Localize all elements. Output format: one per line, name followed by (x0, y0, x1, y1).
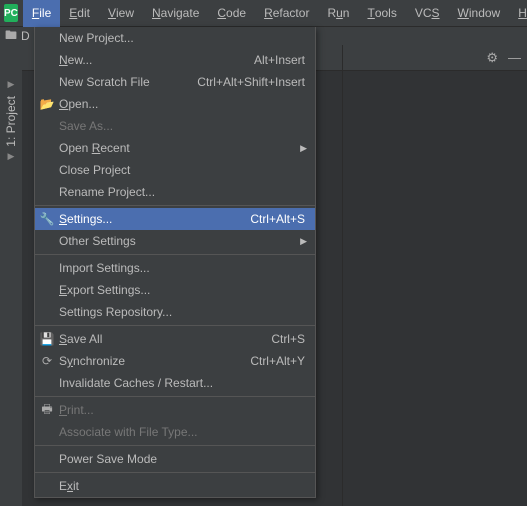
menu-item-print: 🖶 Print... (35, 399, 315, 421)
minimize-icon[interactable]: — (508, 50, 521, 65)
menu-item-label: Open Recent (59, 141, 305, 155)
project-tool-label[interactable]: 1: Project (4, 96, 18, 147)
menu-item-synchronize[interactable]: ⟳ Synchronize Ctrl+Alt+Y (35, 350, 315, 372)
open-icon: 📂 (39, 97, 55, 111)
print-icon: 🖶 (39, 400, 55, 421)
menu-item-label: Rename Project... (59, 185, 305, 199)
menu-item-rename-project[interactable]: Rename Project... (35, 181, 315, 203)
menu-item-export-settings[interactable]: Export Settings... (35, 279, 315, 301)
menu-item-label: Associate with File Type... (59, 425, 305, 439)
menu-vcs[interactable]: VCS (406, 0, 449, 27)
menu-item-import-settings[interactable]: Import Settings... (35, 257, 315, 279)
menu-item-label: New Project... (59, 31, 305, 45)
chevron-right-icon: ▶ (300, 236, 307, 247)
menu-separator (35, 254, 315, 255)
menu-item-label: Settings Repository... (59, 305, 305, 319)
menu-run[interactable]: Run (318, 0, 358, 27)
collapse-icon-2: ▶ (8, 151, 15, 162)
menu-separator (35, 445, 315, 446)
menu-item-label: Power Save Mode (59, 452, 305, 466)
menu-separator (35, 325, 315, 326)
menu-item-close-project[interactable]: Close Project (35, 159, 315, 181)
app-icon: PC (4, 4, 18, 22)
menu-separator (35, 205, 315, 206)
menu-navigate[interactable]: Navigate (143, 0, 208, 27)
menu-item-exit[interactable]: Exit (35, 475, 315, 497)
menu-item-new[interactable]: New... Alt+Insert (35, 49, 315, 71)
menu-file[interactable]: File (23, 0, 60, 27)
menu-item-open-recent[interactable]: Open Recent▶ (35, 137, 315, 159)
menu-edit[interactable]: Edit (60, 0, 99, 27)
settings-icon: 🔧 (39, 212, 55, 226)
menu-item-power-save-mode[interactable]: Power Save Mode (35, 448, 315, 470)
menu-item-associate-with-file-type: Associate with File Type... (35, 421, 315, 443)
vertical-divider (342, 45, 343, 506)
menu-item-label: Export Settings... (59, 283, 305, 297)
menu-item-save-as: Save As... (35, 115, 315, 137)
menu-item-shortcut: Ctrl+Alt+Shift+Insert (197, 75, 305, 89)
menu-item-shortcut: Ctrl+Alt+S (250, 212, 305, 226)
folder-icon: 🖿 (5, 26, 17, 47)
menu-window[interactable]: Window (449, 0, 510, 27)
menu-item-shortcut: Alt+Insert (254, 53, 305, 67)
menu-item-shortcut: Ctrl+Alt+Y (250, 354, 305, 368)
menu-item-label: Exit (59, 479, 305, 493)
menu-code[interactable]: Code (208, 0, 255, 27)
menu-separator (35, 472, 315, 473)
menu-item-label: Close Project (59, 163, 305, 177)
menu-item-label: Other Settings (59, 234, 305, 248)
menu-item-save-all[interactable]: 💾 Save All Ctrl+S (35, 328, 315, 350)
menu-item-label: Save All (59, 332, 261, 346)
menu-item-open[interactable]: 📂 Open... (35, 93, 315, 115)
menu-item-invalidate-caches-restart[interactable]: Invalidate Caches / Restart... (35, 372, 315, 394)
menu-item-new-scratch-file[interactable]: New Scratch File Ctrl+Alt+Shift+Insert (35, 71, 315, 93)
menu-tools[interactable]: Tools (358, 0, 405, 27)
menu-item-label: Synchronize (59, 354, 240, 368)
collapse-icon: ▶ (8, 79, 15, 90)
file-menu-dropdown: New Project... New... Alt+Insert New Scratc… (34, 27, 316, 498)
sync-icon: ⟳ (39, 354, 55, 368)
menu-item-label: Open... (59, 97, 305, 111)
side-tool-bar[interactable]: ▶ 1: Project ▶ (0, 45, 22, 506)
chevron-right-icon: ▶ (300, 143, 307, 154)
gear-icon[interactable]: ⚙ (486, 50, 498, 66)
menu-item-shortcut: Ctrl+S (271, 332, 305, 346)
menu-view[interactable]: View (99, 0, 143, 27)
menu-item-new-project[interactable]: New Project... (35, 27, 315, 49)
breadcrumb-text: D (21, 29, 30, 43)
menu-separator (35, 396, 315, 397)
save-icon: 💾 (39, 332, 55, 346)
menu-item-label: Invalidate Caches / Restart... (59, 376, 305, 390)
menu-help[interactable]: Help (509, 0, 527, 27)
menu-item-label: Print... (59, 403, 305, 417)
menu-item-settings[interactable]: 🔧 Settings... Ctrl+Alt+S (35, 208, 315, 230)
menu-item-label: Settings... (59, 212, 240, 226)
menubar: PC FileEditViewNavigateCodeRefactorRunTo… (0, 0, 527, 27)
menu-item-label: New... (59, 53, 244, 67)
menu-item-other-settings[interactable]: Other Settings▶ (35, 230, 315, 252)
menu-item-settings-repository[interactable]: Settings Repository... (35, 301, 315, 323)
menu-item-label: Import Settings... (59, 261, 305, 275)
menu-item-label: New Scratch File (59, 75, 187, 89)
menu-item-label: Save As... (59, 119, 305, 133)
menu-refactor[interactable]: Refactor (255, 0, 318, 27)
